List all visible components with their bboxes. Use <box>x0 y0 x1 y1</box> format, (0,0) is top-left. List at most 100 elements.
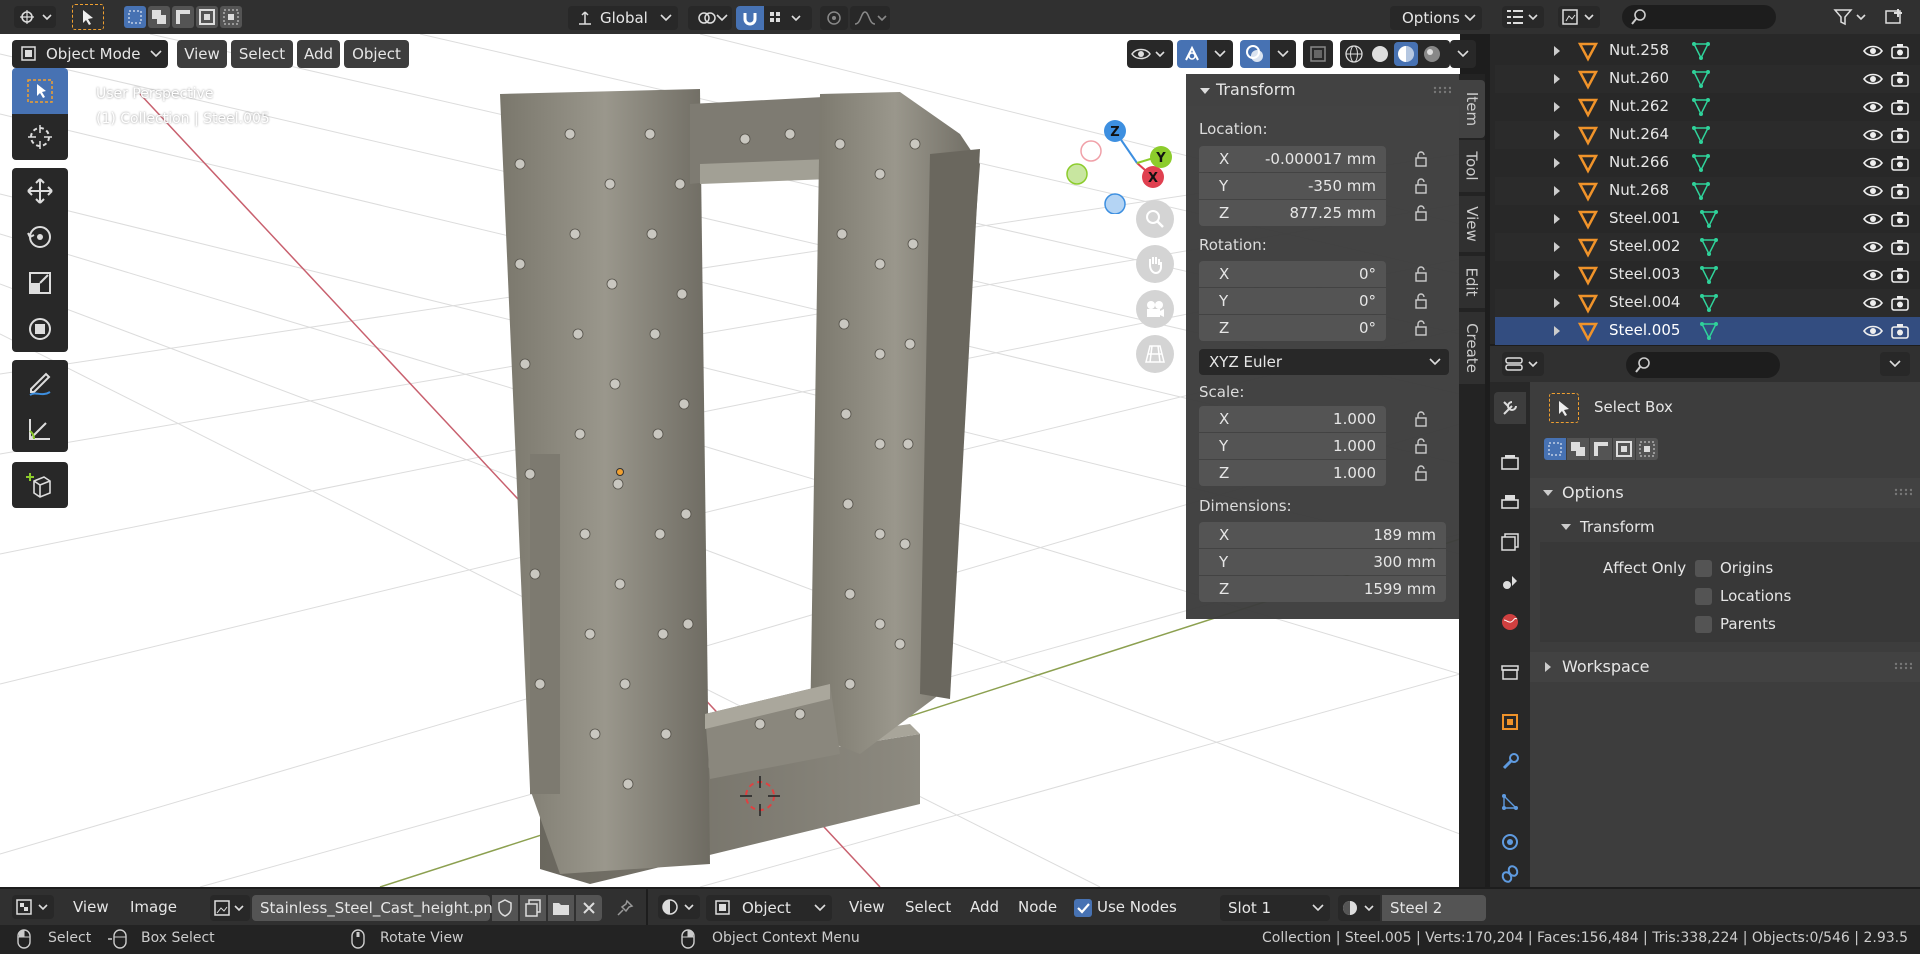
mesh-data-icon[interactable] <box>1698 208 1720 230</box>
workspace-panel-header[interactable]: Workspace <box>1530 652 1920 682</box>
lock-icon[interactable] <box>1413 204 1431 222</box>
transform-subpanel-header[interactable]: Transform <box>1540 512 1920 542</box>
image-view-menu[interactable]: View <box>73 898 109 916</box>
expand-arrow-icon[interactable] <box>1551 157 1563 169</box>
select-menu[interactable]: Select <box>231 40 293 68</box>
cursor-tool-icon[interactable] <box>12 114 68 160</box>
material-browse-icon[interactable] <box>1338 895 1380 921</box>
object-tab-icon[interactable] <box>1494 706 1526 738</box>
scale-z-field[interactable]: Z 1.000 <box>1199 460 1386 486</box>
shader-select-menu[interactable]: Select <box>905 898 951 916</box>
image-editor-type-icon[interactable] <box>12 895 54 919</box>
duplicate-image-icon[interactable] <box>520 895 546 921</box>
new-collection-icon[interactable] <box>1880 6 1908 28</box>
expand-arrow-icon[interactable] <box>1551 185 1563 197</box>
mode-subtract-icon[interactable] <box>172 6 194 28</box>
eye-icon[interactable] <box>1863 43 1883 59</box>
view-menu[interactable]: View <box>177 40 227 68</box>
eye-icon[interactable] <box>1863 183 1883 199</box>
outliner-row[interactable]: Nut.258 <box>1495 37 1920 65</box>
properties-options-icon[interactable] <box>1880 352 1910 376</box>
eye-icon[interactable] <box>1863 239 1883 255</box>
particles-tab-icon[interactable] <box>1494 786 1526 818</box>
scale-x-field[interactable]: X 1.000 <box>1199 406 1386 432</box>
use-nodes-checkbox[interactable] <box>1074 899 1092 917</box>
collection-tab-icon[interactable] <box>1494 656 1526 688</box>
expand-arrow-icon[interactable] <box>1551 45 1563 57</box>
pivot-point-dropdown[interactable] <box>688 6 732 30</box>
pan-hand-icon[interactable] <box>1136 245 1174 283</box>
perspective-grid-icon[interactable] <box>1136 335 1174 373</box>
outliner-row[interactable]: Steel.002 <box>1495 233 1920 261</box>
camera-render-icon[interactable] <box>1891 127 1909 143</box>
dimensions-z-field[interactable]: Z 1599 mm <box>1199 576 1446 602</box>
eye-icon[interactable] <box>1863 155 1883 171</box>
rotate-tool-icon[interactable] <box>12 214 68 260</box>
outliner-row[interactable]: Nut.266 <box>1495 149 1920 177</box>
gizmo-toggle-icon[interactable] <box>1177 40 1207 68</box>
visibility-dropdown-icon[interactable] <box>1127 40 1173 68</box>
overlay-toggle-icon[interactable] <box>1240 40 1270 68</box>
scene-tab-icon[interactable] <box>1494 566 1526 598</box>
rotation-z-field[interactable]: Z 0° <box>1199 315 1386 341</box>
expand-arrow-icon[interactable] <box>1551 101 1563 113</box>
lock-icon[interactable] <box>1413 177 1431 195</box>
proportional-edit-icon[interactable] <box>820 6 848 30</box>
prop-mode-extend-icon[interactable] <box>1567 438 1589 460</box>
shader-editor-type-icon[interactable] <box>658 895 700 919</box>
shader-view-menu[interactable]: View <box>849 898 885 916</box>
expand-arrow-icon[interactable] <box>1551 269 1563 281</box>
mesh-data-icon[interactable] <box>1690 68 1712 90</box>
locations-checkbox[interactable] <box>1695 588 1712 605</box>
scale-y-field[interactable]: Y 1.000 <box>1199 433 1386 459</box>
annotate-tool-icon[interactable] <box>12 360 68 406</box>
zoom-icon[interactable] <box>1136 200 1174 238</box>
properties-search-input[interactable] <box>1626 352 1780 378</box>
view-layer-tab-icon[interactable] <box>1494 526 1526 558</box>
navigation-gizmo[interactable]: Z X Y <box>1055 84 1175 214</box>
options-dropdown[interactable]: Options <box>1390 6 1482 30</box>
camera-view-icon[interactable] <box>1136 290 1174 328</box>
open-image-icon[interactable] <box>548 895 574 921</box>
lock-icon[interactable] <box>1413 292 1431 310</box>
solid-shading-icon[interactable] <box>1368 42 1392 66</box>
overlay-options-icon[interactable] <box>1270 40 1296 68</box>
eye-icon[interactable] <box>1863 295 1883 311</box>
outliner-row[interactable]: Steel.005 <box>1495 317 1920 345</box>
eye-icon[interactable] <box>1863 127 1883 143</box>
location-x-field[interactable]: X -0.000017 mm <box>1199 146 1386 172</box>
dimensions-x-field[interactable]: X 189 mm <box>1199 522 1446 548</box>
camera-render-icon[interactable] <box>1891 295 1909 311</box>
expand-arrow-icon[interactable] <box>1551 129 1563 141</box>
expand-arrow-icon[interactable] <box>1551 213 1563 225</box>
move-tool-icon[interactable] <box>12 168 68 214</box>
lock-icon[interactable] <box>1413 319 1431 337</box>
rotation-mode-dropdown[interactable]: XYZ Euler <box>1199 349 1449 375</box>
camera-render-icon[interactable] <box>1891 267 1909 283</box>
mesh-data-icon[interactable] <box>1698 320 1720 342</box>
snap-toggle-icon[interactable] <box>736 6 764 30</box>
camera-render-icon[interactable] <box>1891 211 1909 227</box>
lock-icon[interactable] <box>1413 410 1431 428</box>
transform-tool-icon[interactable] <box>12 306 68 352</box>
expand-arrow-icon[interactable] <box>1551 325 1563 337</box>
mode-intersect-icon[interactable] <box>220 6 242 28</box>
outliner-editor-type-icon[interactable] <box>1502 6 1544 28</box>
add-cube-tool-icon[interactable] <box>12 462 68 508</box>
tab-item[interactable]: Item <box>1459 80 1485 138</box>
options-panel-header[interactable]: Options <box>1530 478 1920 508</box>
modifier-tab-icon[interactable] <box>1494 746 1526 778</box>
fake-user-shield-icon[interactable] <box>492 895 518 921</box>
drag-handle-icon[interactable] <box>1433 86 1451 96</box>
lock-icon[interactable] <box>1413 437 1431 455</box>
location-z-field[interactable]: Z 877.25 mm <box>1199 200 1386 226</box>
outliner-row[interactable]: Nut.260 <box>1495 65 1920 93</box>
outliner-row[interactable]: Nut.268 <box>1495 177 1920 205</box>
editor-type-icon[interactable] <box>14 6 56 28</box>
outliner-row[interactable]: Steel.003 <box>1495 261 1920 289</box>
outliner-row[interactable]: Nut.264 <box>1495 121 1920 149</box>
expand-arrow-icon[interactable] <box>1551 297 1563 309</box>
camera-render-icon[interactable] <box>1891 43 1909 59</box>
constraints-tab-icon[interactable] <box>1494 862 1526 886</box>
gizmo-options-icon[interactable] <box>1207 40 1233 68</box>
